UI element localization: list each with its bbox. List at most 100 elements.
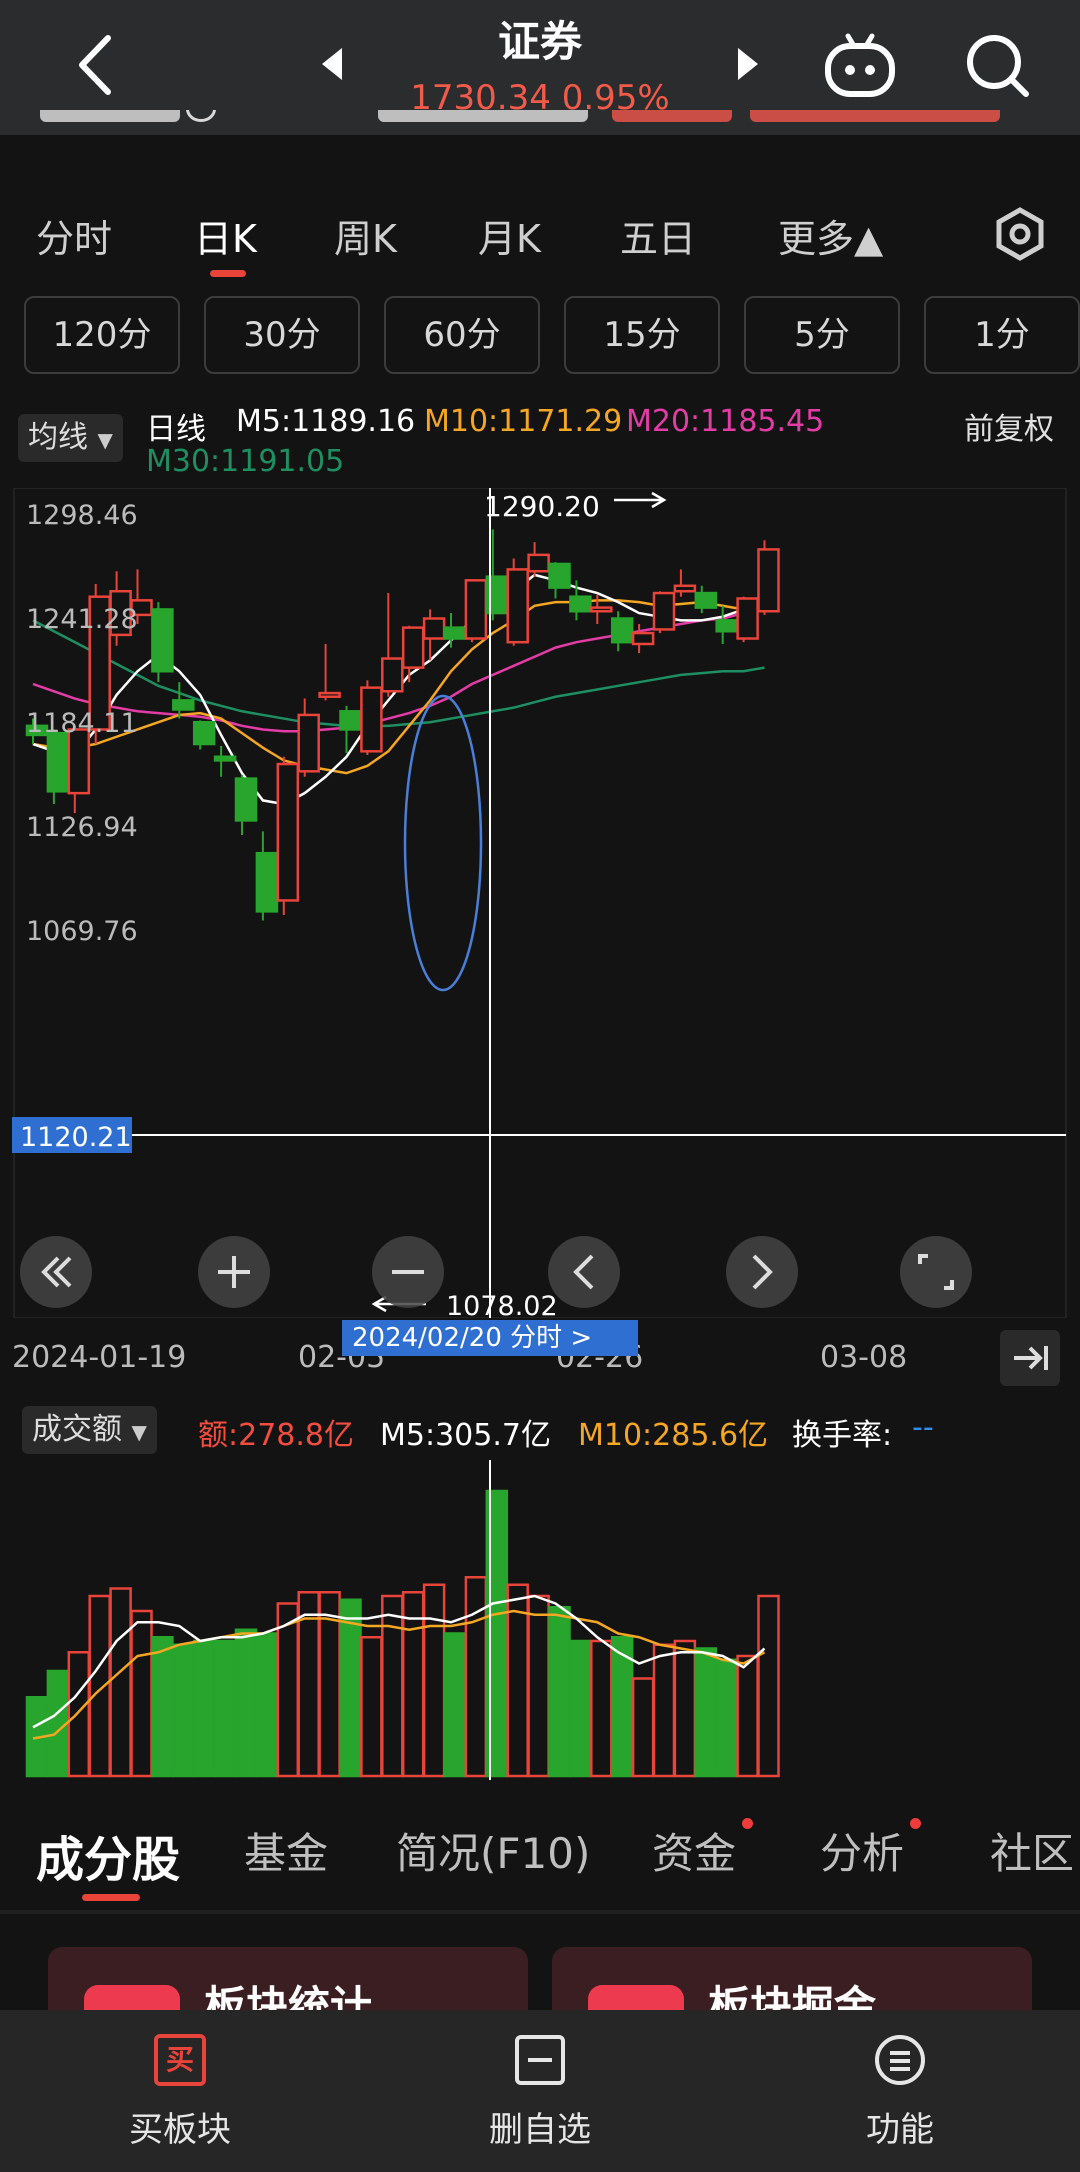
ma-legend: 均线 ▼ 日线 M5:1189.16 M10:1171.29 M20:1185.…: [0, 398, 1080, 488]
volume-bar: [109, 1587, 132, 1778]
low-price-marker: 1078.02: [446, 1291, 558, 1318]
tab-overview-f10[interactable]: 简况(F10): [396, 1820, 590, 1881]
volume-bar: [130, 1609, 153, 1778]
y-axis-label: 1241.28: [26, 604, 138, 635]
scroll-left-button[interactable]: [548, 1236, 620, 1308]
volume-legend: 成交额 ▼ 额:278.8亿 M5:305.7亿 M10:285.6亿 换手率:…: [0, 1404, 1080, 1460]
volume-bar: [548, 1606, 571, 1778]
candlestick-chart[interactable]: 1298.46 1241.28 1184.11 1126.94 1069.76 1120…: [0, 488, 1080, 1318]
tab-constituents[interactable]: 成分股: [36, 1820, 180, 1890]
volume-bar: [234, 1628, 258, 1778]
volume-bar: [569, 1639, 592, 1778]
volume-indicator-selector[interactable]: 成交额 ▼: [22, 1406, 157, 1454]
volume-bar: [339, 1598, 362, 1778]
nav-remove-watchlist[interactable]: 删自选: [420, 2034, 660, 2151]
candle-body: [151, 608, 174, 673]
interval-30min-button[interactable]: 30分: [204, 296, 360, 374]
volume-bar: [527, 1594, 550, 1778]
volume-bar: [88, 1594, 111, 1778]
tab-capital[interactable]: 资金: [652, 1820, 736, 1881]
volume-bar: [757, 1594, 780, 1778]
candle-body: [213, 755, 237, 762]
volume-bar: [67, 1651, 91, 1778]
candle-body: [401, 626, 425, 669]
analysis-notification-dot: [910, 1818, 921, 1829]
candle-body: [610, 617, 634, 644]
volume-bar: [255, 1632, 279, 1778]
volume-bar: [652, 1643, 676, 1778]
volume-bar: [401, 1591, 425, 1778]
indicator-selector[interactable]: 均线 ▼: [18, 414, 123, 462]
candle-body: [694, 591, 718, 609]
volume-amount: 额:278.8亿: [198, 1418, 354, 1453]
tab-monthly-k[interactable]: 月K: [478, 208, 541, 263]
candle-body: [527, 553, 550, 573]
tab-analysis[interactable]: 分析: [820, 1820, 904, 1881]
candle-body: [464, 579, 488, 640]
candle-body: [234, 777, 258, 822]
detail-tab-indicator: [82, 1894, 140, 1901]
volume-bar: [443, 1632, 467, 1778]
candle-body: [715, 619, 738, 633]
robot-assistant-icon[interactable]: [822, 30, 898, 100]
volume-bar: [673, 1639, 697, 1778]
zoom-out-button[interactable]: [372, 1236, 444, 1308]
jump-start-button[interactable]: [20, 1236, 92, 1308]
volume-chart[interactable]: [0, 1460, 1080, 1780]
candle-body: [548, 562, 571, 589]
candle-body: [422, 617, 446, 640]
candle-body: [590, 606, 613, 613]
candle-body: [443, 626, 467, 640]
turnover-label: 换手率:: [792, 1418, 893, 1453]
zoom-in-button[interactable]: [198, 1236, 270, 1308]
nav-buy-sector[interactable]: 买 买板块: [60, 2034, 300, 2151]
scroll-right-button[interactable]: [726, 1236, 798, 1308]
y-axis-label: 1126.94: [26, 812, 138, 843]
volume-bar: [694, 1647, 718, 1778]
candle-body: [631, 631, 655, 646]
dropdown-arrow-icon: ▼: [97, 428, 113, 452]
volume-bar: [631, 1677, 655, 1778]
tab-daily-k[interactable]: 日K: [194, 208, 257, 263]
ma30-value: M30:1191.05: [146, 444, 345, 479]
interval-60min-button[interactable]: 60分: [384, 296, 540, 374]
date-label-3: 03-08: [820, 1340, 908, 1375]
volume-bar: [422, 1583, 446, 1778]
indicator-selector-label: 均线: [28, 420, 88, 455]
bottom-nav: 买 买板块 删自选 功能: [0, 2010, 1080, 2172]
high-price-marker: 1290.20: [484, 490, 600, 523]
candle-body: [276, 762, 300, 902]
tab-intraday[interactable]: 分时: [36, 208, 112, 263]
scrolled-info-strip: [0, 110, 1080, 135]
crosshair-date-box[interactable]: 2024/02/20 分时 >: [342, 1320, 638, 1356]
candle-body: [67, 728, 91, 795]
tab-funds[interactable]: 基金: [244, 1820, 328, 1881]
candle-body: [506, 568, 529, 644]
tab-more[interactable]: 更多▲: [778, 208, 883, 263]
date-axis: 2024-01-19 02-05 02-26 03-08 2024/02/20 …: [0, 1320, 1080, 1400]
candle-body: [339, 710, 362, 731]
jump-to-latest-button[interactable]: [1000, 1330, 1060, 1386]
volume-bar: [213, 1639, 237, 1778]
interval-1min-button[interactable]: 1分: [924, 296, 1080, 374]
ma20-value: M20:1185.45: [626, 404, 825, 439]
tab-five-day[interactable]: 五日: [620, 208, 696, 263]
candle-body: [318, 691, 341, 698]
volume-bar: [360, 1636, 383, 1778]
volume-selector-label: 成交额: [32, 1412, 122, 1447]
tab-weekly-k[interactable]: 周K: [334, 208, 397, 263]
candle-body: [297, 713, 320, 773]
volume-bar: [715, 1658, 738, 1778]
price-adjust-toggle[interactable]: 前复权: [964, 404, 1054, 448]
next-stock-icon[interactable]: [732, 44, 762, 84]
interval-15min-button[interactable]: 15分: [564, 296, 720, 374]
candle-body: [255, 851, 279, 913]
tab-community[interactable]: 社区: [990, 1820, 1080, 1881]
interval-120min-button[interactable]: 120分: [24, 296, 180, 374]
chart-settings-icon[interactable]: [992, 206, 1048, 262]
search-icon[interactable]: [962, 30, 1032, 100]
nav-functions[interactable]: 功能: [780, 2034, 1020, 2151]
fullscreen-button[interactable]: [900, 1236, 972, 1308]
interval-5min-button[interactable]: 5分: [744, 296, 900, 374]
ma5-value: M5:1189.16: [236, 404, 416, 439]
